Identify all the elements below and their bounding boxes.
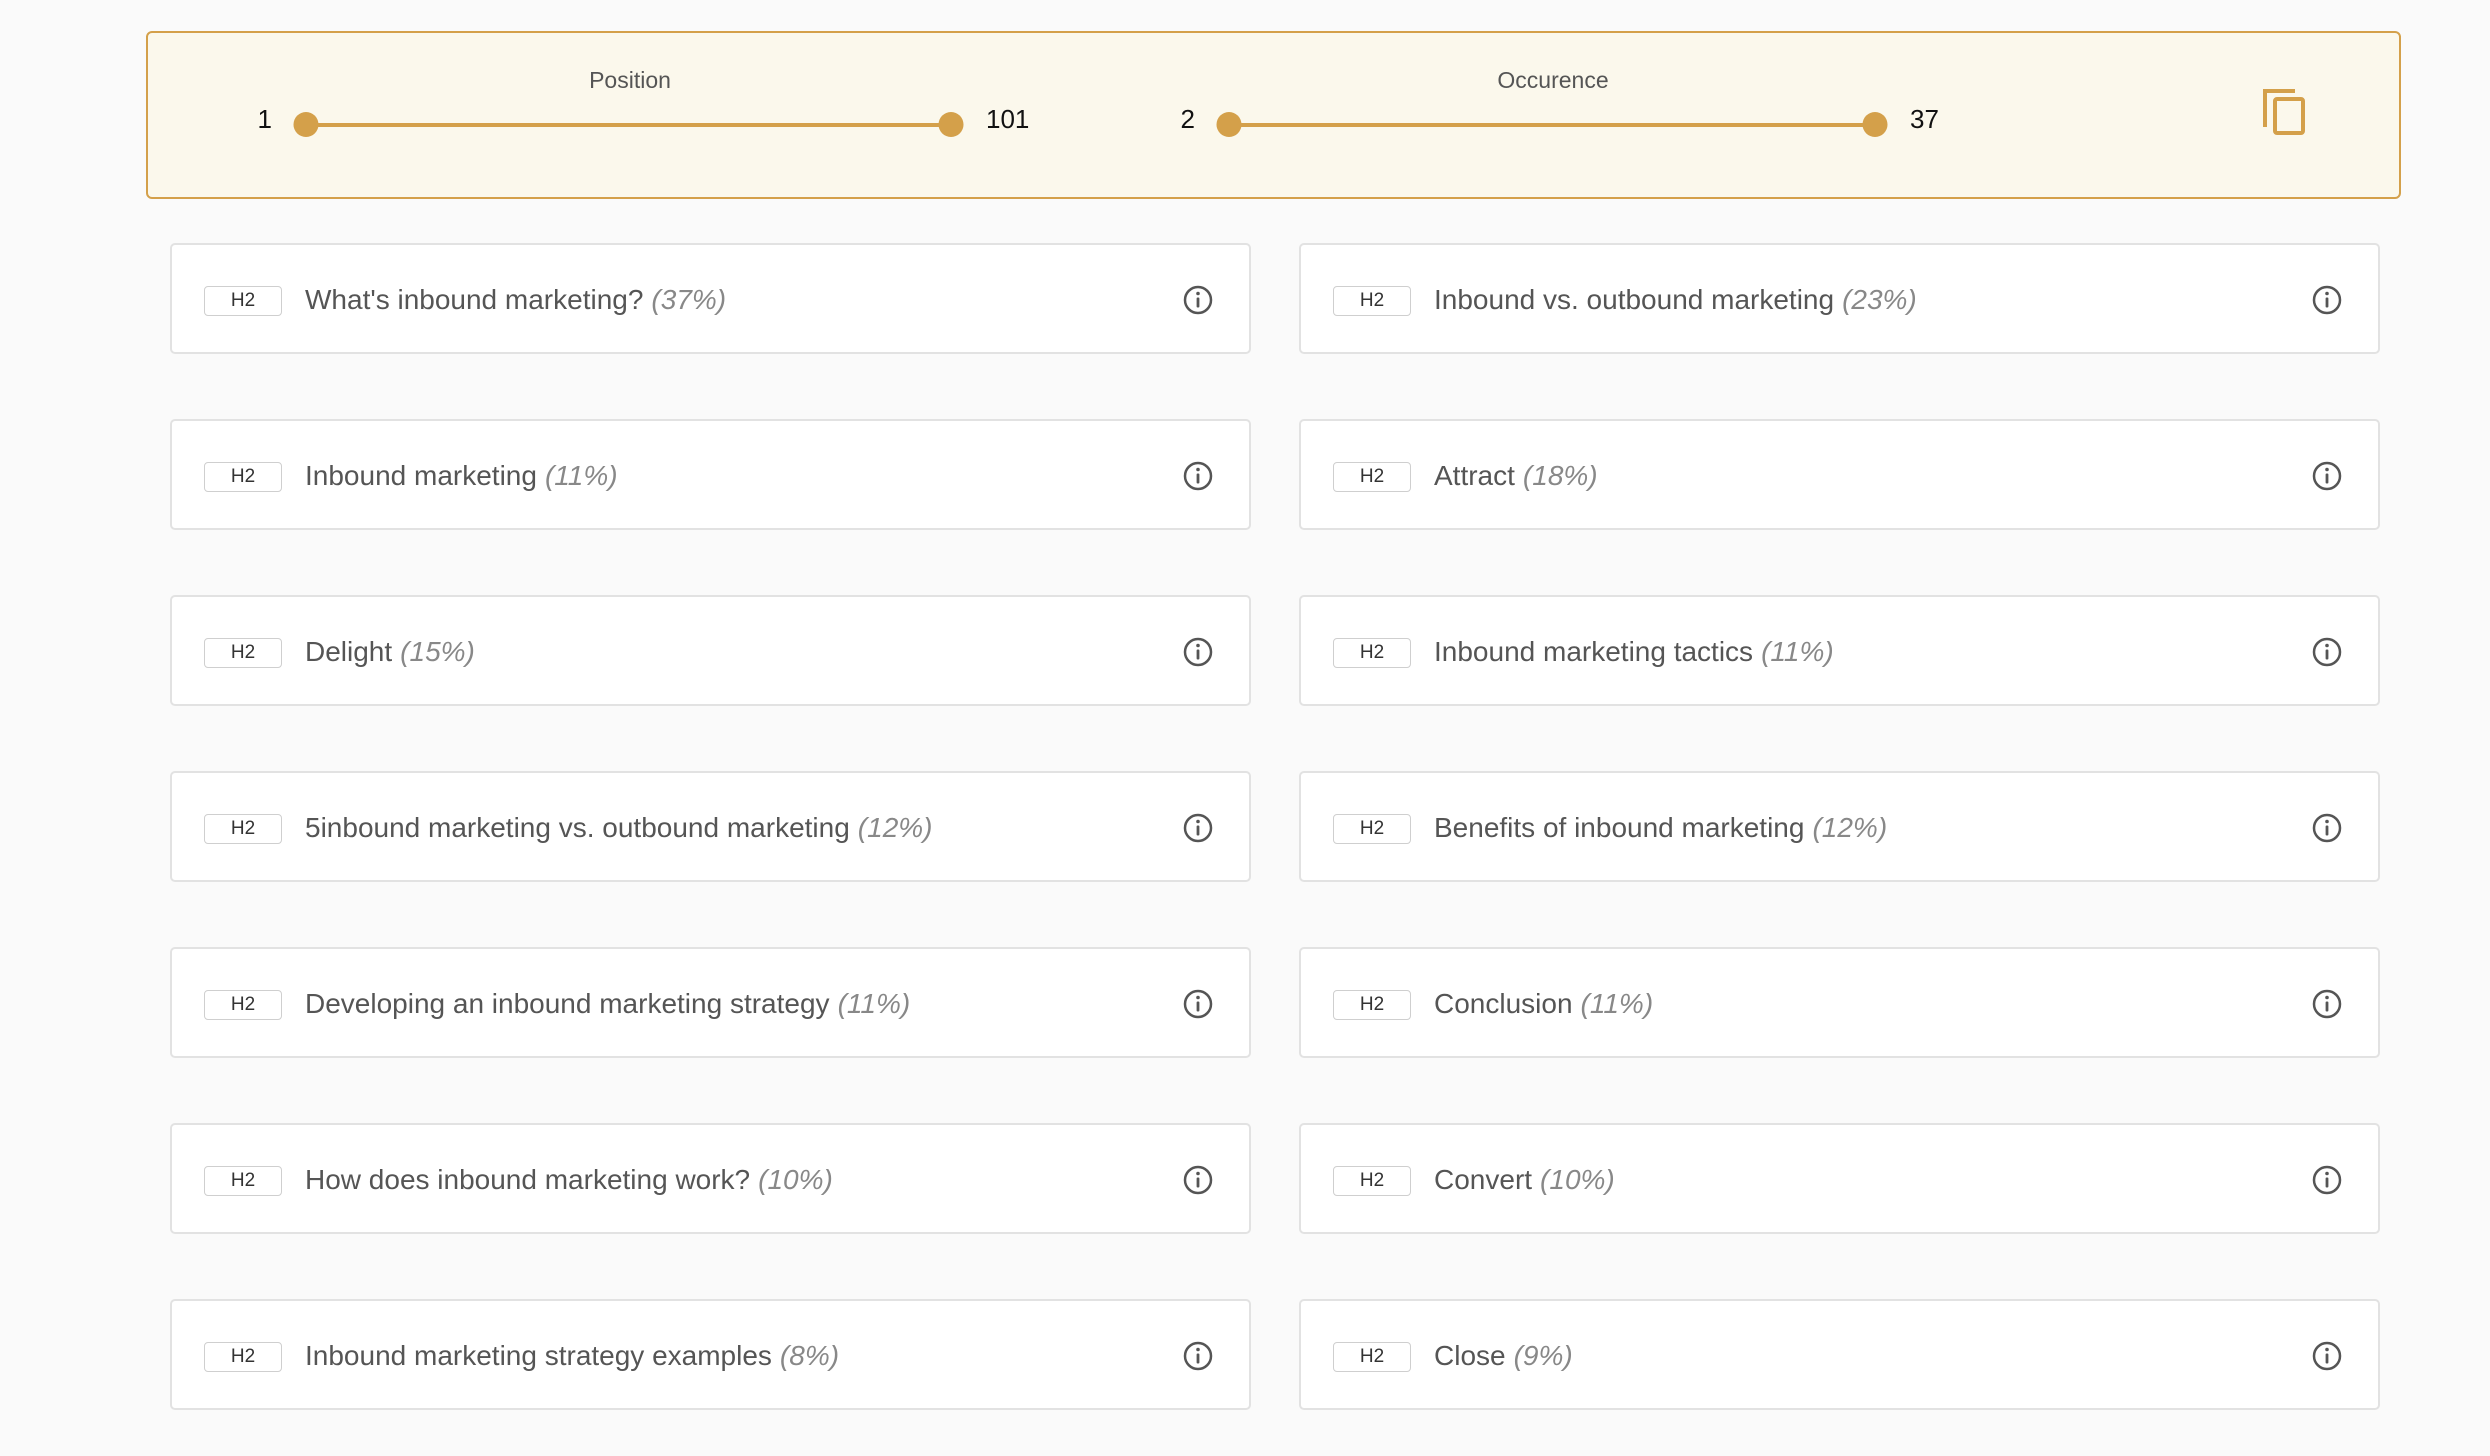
heading-card: H2 Inbound vs. outbound marketing (23%) — [1299, 243, 2380, 354]
heading-text-wrapper: Inbound vs. outbound marketing (23%) — [1434, 284, 1917, 316]
position-slider-title: Position — [589, 67, 671, 93]
heading-text-wrapper: Inbound marketing tactics (11%) — [1434, 636, 1834, 668]
occurrence-slider-track[interactable] — [1229, 123, 1875, 127]
info-icon[interactable] — [1182, 636, 1214, 668]
heading-card: H2 How does inbound marketing work? (10%) — [170, 1123, 1251, 1234]
position-max-value: 101 — [986, 104, 1030, 134]
heading-text: Inbound vs. outbound marketing — [1434, 284, 1835, 315]
heading-percentage: (23%) — [1842, 284, 1917, 315]
heading-text: Inbound marketing strategy examples — [305, 1340, 772, 1371]
heading-text: Attract — [1434, 460, 1515, 491]
heading-percentage: (11%) — [837, 988, 911, 1019]
info-icon[interactable] — [1182, 460, 1214, 492]
occurrence-max-handle[interactable] — [1862, 112, 1888, 137]
heading-text-wrapper: 5inbound marketing vs. outbound marketin… — [305, 812, 933, 844]
heading-text: Convert — [1434, 1164, 1533, 1195]
heading-percentage: (11%) — [1761, 636, 1834, 667]
info-icon[interactable] — [1182, 988, 1214, 1020]
heading-level-tag: H2 — [1333, 462, 1411, 492]
heading-level-tag: H2 — [1333, 638, 1411, 668]
position-slider-track[interactable] — [306, 123, 951, 127]
heading-text-wrapper: Benefits of inbound marketing (12%) — [1434, 812, 1887, 844]
position-min-handle[interactable] — [293, 112, 319, 137]
heading-text-wrapper: Attract (18%) — [1434, 460, 1598, 492]
heading-text: What's inbound marketing? — [305, 284, 644, 315]
heading-percentage: (12%) — [1812, 812, 1888, 843]
heading-percentage: (18%) — [1522, 460, 1598, 491]
heading-card: H2 Attract (18%) — [1299, 419, 2380, 530]
heading-level-tag: H2 — [204, 638, 282, 668]
info-icon[interactable] — [1182, 1164, 1214, 1196]
heading-level-tag: H2 — [204, 814, 282, 844]
position-max-handle[interactable] — [938, 112, 964, 137]
occurrence-max-value: 37 — [1910, 104, 1939, 134]
heading-card: H2 Inbound marketing (11%) — [170, 419, 1251, 530]
heading-level-tag: H2 — [1333, 1166, 1411, 1196]
heading-card: H2 5inbound marketing vs. outbound market… — [170, 771, 1251, 882]
heading-text: Inbound marketing — [305, 460, 537, 491]
heading-text: Benefits of inbound marketing — [1434, 812, 1805, 843]
filter-panel: Position 1 101 Occurence 2 37 — [146, 31, 2401, 199]
heading-card: H2 Benefits of inbound marketing (12%) — [1299, 771, 2380, 882]
heading-level-tag: H2 — [204, 286, 282, 316]
info-icon[interactable] — [2311, 1164, 2343, 1196]
heading-level-tag: H2 — [204, 462, 282, 492]
heading-percentage: (11%) — [544, 460, 618, 491]
heading-card: H2 Close (9%) — [1299, 1299, 2380, 1410]
heading-text-wrapper: Developing an inbound marketing strategy… — [305, 988, 910, 1020]
heading-level-tag: H2 — [204, 1166, 282, 1196]
heading-text: Conclusion — [1434, 988, 1573, 1019]
heading-text-wrapper: Delight (15%) — [305, 636, 475, 668]
occurrence-min-value: 2 — [1180, 104, 1195, 134]
heading-percentage: (12%) — [857, 812, 933, 843]
position-min-value: 1 — [257, 104, 272, 134]
heading-level-tag: H2 — [1333, 814, 1411, 844]
heading-card: H2 What's inbound marketing? (37%) — [170, 243, 1251, 354]
copy-button[interactable] — [2261, 85, 2311, 141]
info-icon[interactable] — [2311, 460, 2343, 492]
heading-percentage: (8%) — [779, 1340, 840, 1371]
heading-level-tag: H2 — [1333, 286, 1411, 316]
info-icon[interactable] — [1182, 284, 1214, 316]
heading-level-tag: H2 — [1333, 990, 1411, 1020]
heading-level-tag: H2 — [1333, 1342, 1411, 1372]
heading-percentage: (11%) — [1580, 988, 1654, 1019]
info-icon[interactable] — [2311, 812, 2343, 844]
info-icon[interactable] — [2311, 1340, 2343, 1372]
copy-icon — [2263, 89, 2305, 135]
heading-percentage: (37%) — [651, 284, 727, 315]
heading-card: H2 Delight (15%) — [170, 595, 1251, 706]
heading-card: H2 Developing an inbound marketing strate… — [170, 947, 1251, 1058]
info-icon[interactable] — [2311, 636, 2343, 668]
info-icon[interactable] — [1182, 812, 1214, 844]
heading-text-wrapper: How does inbound marketing work? (10%) — [305, 1164, 833, 1196]
heading-text-wrapper: Inbound marketing (11%) — [305, 460, 618, 492]
heading-text: Delight — [305, 636, 393, 667]
heading-percentage: (15%) — [400, 636, 475, 667]
heading-percentage: (10%) — [1540, 1164, 1615, 1195]
heading-text-wrapper: Inbound marketing strategy examples (8%) — [305, 1340, 839, 1372]
info-icon[interactable] — [1182, 1340, 1214, 1372]
heading-text: 5inbound marketing vs. outbound marketin… — [305, 812, 850, 843]
heading-card: H2 Conclusion (11%) — [1299, 947, 2380, 1058]
info-icon[interactable] — [2311, 284, 2343, 316]
heading-percentage: (10%) — [758, 1164, 833, 1195]
heading-text-wrapper: What's inbound marketing? (37%) — [305, 284, 726, 316]
heading-card: H2 Convert (10%) — [1299, 1123, 2380, 1234]
heading-card: H2 Inbound marketing tactics (11%) — [1299, 595, 2380, 706]
occurrence-slider-title: Occurence — [1497, 67, 1609, 93]
heading-level-tag: H2 — [204, 990, 282, 1020]
info-icon[interactable] — [2311, 988, 2343, 1020]
heading-percentage: (9%) — [1513, 1340, 1573, 1371]
heading-text-wrapper: Close (9%) — [1434, 1340, 1573, 1372]
heading-text: Close — [1434, 1340, 1506, 1371]
heading-text: Developing an inbound marketing strategy — [305, 988, 830, 1019]
heading-level-tag: H2 — [204, 1342, 282, 1372]
occurrence-min-handle[interactable] — [1216, 112, 1242, 137]
heading-text-wrapper: Convert (10%) — [1434, 1164, 1615, 1196]
heading-text-wrapper: Conclusion (11%) — [1434, 988, 1653, 1020]
heading-card: H2 Inbound marketing strategy examples (8%… — [170, 1299, 1251, 1410]
heading-text: How does inbound marketing work? — [305, 1164, 751, 1195]
heading-text: Inbound marketing tactics — [1434, 636, 1754, 667]
